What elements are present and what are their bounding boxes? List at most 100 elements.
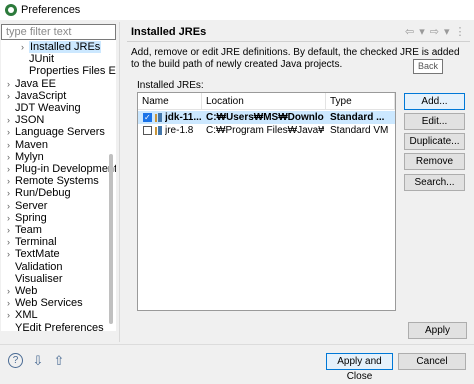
tree-item[interactable]: YEdit Preferences xyxy=(7,322,104,331)
tree-item[interactable]: › Team xyxy=(7,224,42,236)
jre-name: jdk-11... xyxy=(165,112,201,123)
chevron-right-icon[interactable]: › xyxy=(7,212,15,224)
jre-library-icon xyxy=(155,113,162,122)
preference-tree: ›Installed JREsJUnitProperties Files Edi… xyxy=(1,40,116,331)
cancel-button[interactable]: Cancel xyxy=(398,353,466,370)
chevron-right-icon[interactable]: › xyxy=(7,114,15,126)
tree-item-label: Language Servers xyxy=(15,126,105,139)
jre-type: Standard VM xyxy=(330,125,389,136)
tree-item-label: Remote Systems xyxy=(15,175,99,188)
column-header-type[interactable]: Type xyxy=(326,93,395,110)
column-header-name[interactable]: Name xyxy=(138,93,202,110)
tree-item-label: Properties Files Editor xyxy=(29,65,116,78)
filter-input[interactable]: type filter text xyxy=(1,24,116,40)
tree-item[interactable]: › Spring xyxy=(7,212,47,224)
page-title: Installed JREs xyxy=(131,26,207,38)
tree-item-label: Terminal xyxy=(15,236,57,249)
back-arrow-icon[interactable]: ⇦ xyxy=(405,25,416,38)
remove-button[interactable]: Remove xyxy=(404,153,465,170)
export-icon[interactable]: ⇧ xyxy=(51,354,67,368)
tree-item[interactable]: › Installed JREs xyxy=(21,41,102,53)
tree-item[interactable]: › TextMate xyxy=(7,248,60,260)
forward-arrow-icon[interactable]: ⇨ xyxy=(430,25,441,38)
tree-item-label: XML xyxy=(15,309,38,322)
tree-item[interactable]: › JSON xyxy=(7,114,44,126)
chevron-right-icon[interactable]: › xyxy=(21,41,29,53)
tree-item[interactable]: Validation xyxy=(7,261,63,273)
tree-item-label: Validation xyxy=(15,260,63,273)
eclipse-icon xyxy=(5,4,17,16)
chevron-right-icon[interactable]: › xyxy=(7,90,15,102)
tree-item-label: Installed JREs xyxy=(29,41,102,53)
split-sash[interactable] xyxy=(119,22,120,342)
tree-item-label: Visualiser xyxy=(15,272,63,285)
tree-item[interactable]: › Plug-in Development xyxy=(7,163,116,175)
jre-table: Name Location Type jdk-11... C:₩Users₩MS… xyxy=(137,92,396,311)
chevron-right-icon[interactable]: › xyxy=(7,297,15,309)
chevron-right-icon[interactable]: › xyxy=(7,248,15,260)
tree-item[interactable]: › JavaScript xyxy=(7,90,66,102)
tree-item[interactable]: JUnit xyxy=(21,53,54,65)
chevron-right-icon[interactable]: › xyxy=(7,163,15,175)
table-row[interactable]: jre-1.8 C:₩Program Files₩Java₩jre-1.8 St… xyxy=(138,124,395,137)
chevron-right-icon[interactable]: › xyxy=(7,78,15,90)
tree-item-label: Java EE xyxy=(15,77,56,90)
header-separator xyxy=(127,41,470,42)
jre-checkbox[interactable] xyxy=(143,126,152,135)
tree-item[interactable]: › Terminal xyxy=(7,236,57,248)
edit-button[interactable]: Edit... xyxy=(404,113,465,130)
chevron-right-icon[interactable]: › xyxy=(7,187,15,199)
tree-item[interactable]: › Remote Systems xyxy=(7,175,99,187)
tree-item[interactable]: Properties Files Editor xyxy=(21,65,116,77)
chevron-right-icon[interactable]: › xyxy=(7,236,15,248)
back-menu-icon[interactable]: ▾ xyxy=(419,25,427,38)
jre-name: jre-1.8 xyxy=(165,125,194,136)
tree-item-label: Server xyxy=(15,199,48,212)
tree-item[interactable]: JDT Weaving xyxy=(7,102,81,114)
tree-item[interactable]: › XML xyxy=(7,309,38,321)
tree-item-label: Team xyxy=(15,224,42,236)
jre-type: Standard ... xyxy=(330,112,385,123)
chevron-right-icon[interactable]: › xyxy=(7,175,15,187)
jre-checkbox[interactable] xyxy=(143,111,152,124)
tree-item[interactable]: › Mylyn xyxy=(7,151,44,163)
tree-scrollbar[interactable] xyxy=(109,154,113,324)
tree-item-label: JSON xyxy=(15,114,45,127)
window-title: Preferences xyxy=(21,4,81,16)
chevron-right-icon[interactable]: › xyxy=(7,200,15,212)
tree-item[interactable]: › Language Servers xyxy=(7,126,105,138)
import-icon[interactable]: ⇩ xyxy=(30,354,46,368)
tree-item-label: YEdit Preferences xyxy=(15,321,104,331)
search-button[interactable]: Search... xyxy=(404,174,465,191)
help-icon[interactable]: ? xyxy=(8,353,23,368)
chevron-right-icon[interactable]: › xyxy=(7,151,15,163)
jre-location: C:₩Program Files₩Java₩jre-1.8 xyxy=(206,125,324,136)
tree-item[interactable]: › Java EE xyxy=(7,78,56,90)
forward-menu-icon[interactable]: ▾ xyxy=(444,25,452,38)
back-tooltip: Back xyxy=(413,59,443,74)
jre-location: C:₩Users₩MS₩Downloads... xyxy=(206,112,324,123)
chevron-right-icon[interactable]: › xyxy=(7,126,15,138)
tree-item-label: Web Services xyxy=(15,297,83,310)
chevron-right-icon[interactable]: › xyxy=(7,285,15,297)
tree-item[interactable]: › Run/Debug xyxy=(7,187,71,199)
apply-and-close-button[interactable]: Apply and Close xyxy=(326,353,393,382)
add-button[interactable]: Add... xyxy=(404,93,465,110)
tree-item[interactable]: › Maven xyxy=(7,139,48,151)
tree-item[interactable]: › Web xyxy=(7,285,37,297)
tree-item[interactable]: › Server xyxy=(7,200,47,212)
tree-item-label: Run/Debug xyxy=(15,187,71,200)
tree-item-label: Plug-in Development xyxy=(15,163,116,175)
tree-item[interactable]: Visualiser xyxy=(7,273,63,285)
tree-item-label: Web xyxy=(15,285,38,297)
chevron-right-icon[interactable]: › xyxy=(7,309,15,321)
chevron-right-icon[interactable]: › xyxy=(7,139,15,151)
page-navigation: ⇦ ▾ ⇨ ▾ ⋮ xyxy=(405,25,471,38)
column-header-location[interactable]: Location xyxy=(202,93,326,110)
tree-item[interactable]: › Web Services xyxy=(7,297,83,309)
view-menu-icon[interactable]: ⋮ xyxy=(455,25,468,38)
table-row[interactable]: jdk-11... C:₩Users₩MS₩Downloads... Stand… xyxy=(138,111,395,124)
duplicate-button[interactable]: Duplicate... xyxy=(404,133,465,150)
chevron-right-icon[interactable]: › xyxy=(7,224,15,236)
apply-button[interactable]: Apply xyxy=(408,322,467,339)
